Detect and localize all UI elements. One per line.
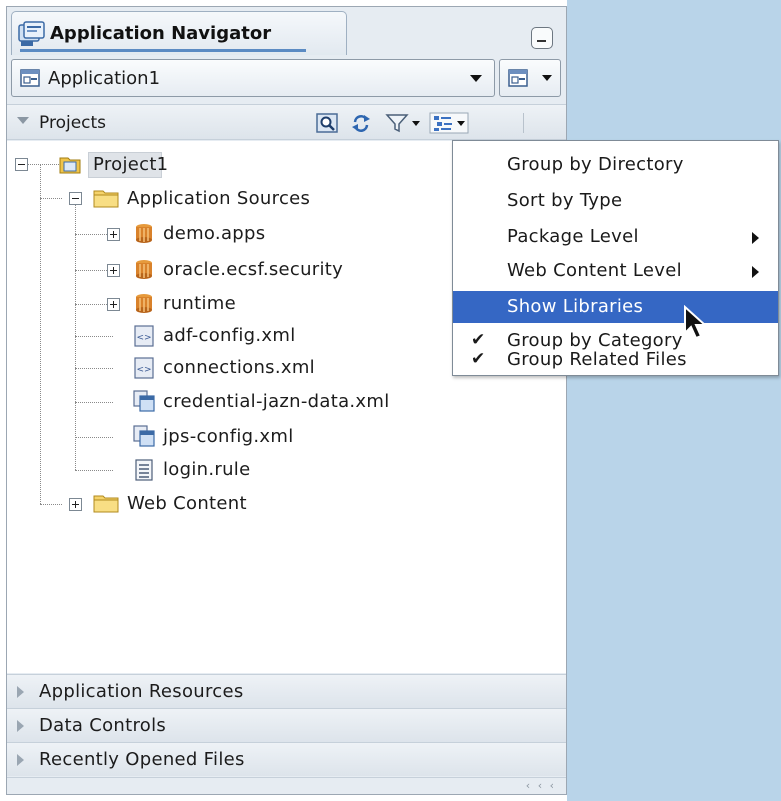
tree-node-package[interactable]: oracle.ecsf.security [7, 255, 407, 285]
tree-node-label: credential-jazn-data.xml [163, 391, 390, 412]
tree-node-web-content[interactable]: Web Content [7, 489, 307, 519]
status-bar: ‹ ‹ ‹ [7, 777, 566, 794]
desktop-background [567, 0, 781, 801]
tree-node-file[interactable]: credential-jazn-data.xml [7, 387, 457, 417]
tree-node-package[interactable]: demo.apps [7, 219, 407, 249]
package-icon [136, 260, 152, 279]
expand-toggle[interactable] [107, 298, 120, 311]
tree-node-file[interactable]: <> connections.xml [7, 353, 407, 383]
section-recently-opened-files[interactable]: Recently Opened Files [7, 742, 566, 776]
tree-node-label: demo.apps [163, 223, 266, 244]
section-label: Data Controls [39, 715, 167, 736]
tab-application-navigator[interactable]: Application Navigator [11, 11, 347, 55]
tree-options-icon[interactable] [429, 112, 469, 134]
collapse-toggle[interactable] [15, 158, 28, 171]
tree-node-label: adf-config.xml [163, 325, 296, 346]
navigator-icon [18, 21, 45, 46]
section-data-controls[interactable]: Data Controls [7, 708, 566, 742]
application-menu-button[interactable] [499, 59, 561, 97]
application-icon [20, 69, 40, 87]
tab-active-indicator [20, 49, 306, 52]
menu-item-sort-by-type[interactable]: Sort by Type [453, 185, 778, 217]
projects-label: Projects [39, 113, 107, 133]
tab-title: Application Navigator [50, 23, 272, 44]
application-navigator-panel: Application Navigator Application1 Proje… [6, 6, 567, 795]
menu-item-label: Group Related Files [507, 349, 687, 370]
tree-node-label: oracle.ecsf.security [163, 259, 344, 280]
tree-node-label: runtime [163, 293, 236, 314]
package-icon [136, 294, 152, 313]
minimize-button[interactable] [531, 27, 553, 49]
menu-item-group-by-directory[interactable]: Group by Directory [453, 149, 778, 181]
submenu-arrow-icon [752, 232, 759, 244]
package-icon [136, 224, 152, 243]
search-icon[interactable] [315, 112, 339, 134]
expand-toggle[interactable] [107, 264, 120, 277]
tree-node-label: login.rule [163, 459, 251, 480]
tree-node-label: connections.xml [163, 357, 315, 378]
menu-item-label: Show Libraries [507, 296, 644, 317]
tree-options-menu: Group by Directory Sort by Type Package … [452, 140, 779, 376]
folder-icon [93, 190, 119, 208]
projects-header[interactable]: Projects [7, 104, 566, 140]
menu-item-package-level[interactable]: Package Level [453, 221, 778, 253]
expand-icon [17, 754, 24, 766]
tree-node-label: Application Sources [127, 188, 311, 209]
expand-icon [17, 720, 24, 732]
tree-node-label: Project1 [93, 154, 169, 175]
tree-node-file[interactable]: jps-config.xml [7, 422, 407, 452]
menu-item-show-libraries[interactable]: Show Libraries [453, 291, 778, 323]
filter-icon[interactable] [385, 112, 421, 134]
menu-item-web-content-level[interactable]: Web Content Level [453, 255, 778, 287]
tree-node-label: jps-config.xml [163, 426, 294, 447]
menu-item-label: Sort by Type [507, 190, 623, 211]
application-selector-row: Application1 [11, 59, 562, 99]
expand-icon [17, 686, 24, 698]
chevron-down-icon [470, 75, 482, 82]
resize-grip[interactable]: ‹ ‹ ‹ [526, 779, 556, 792]
config-file-icon [133, 425, 155, 447]
menu-item-label: Package Level [507, 226, 639, 247]
menu-item-label: Group by Directory [507, 154, 684, 175]
application-menu-icon [508, 69, 528, 87]
tree-node-project1[interactable]: Project1 [7, 150, 307, 180]
application-selector[interactable]: Application1 [11, 59, 495, 97]
tree-node-file[interactable]: login.rule [7, 455, 407, 485]
svg-text:<>: <> [136, 365, 151, 375]
tree-node-application-sources[interactable]: Application Sources [7, 184, 407, 214]
xml-file-icon: <> [134, 357, 154, 379]
text-file-icon [135, 459, 153, 481]
application-name: Application1 [48, 68, 161, 89]
mouse-pointer-icon [684, 305, 708, 340]
xml-file-icon: <> [134, 325, 154, 347]
svg-text:<>: <> [136, 333, 151, 343]
checkmark-icon: ✔ [471, 349, 486, 369]
menu-item-label: Web Content Level [507, 260, 682, 281]
expand-toggle[interactable] [69, 498, 82, 511]
chevron-down-icon [542, 75, 552, 81]
menu-item-group-related-files[interactable]: ✔ Group Related Files [453, 347, 778, 375]
tree-node-package[interactable]: runtime [7, 289, 407, 319]
tab-bar: Application Navigator [7, 7, 566, 55]
section-application-resources[interactable]: Application Resources [7, 674, 566, 708]
submenu-arrow-icon [752, 266, 759, 278]
project-icon [59, 157, 81, 174]
config-file-icon [133, 390, 155, 412]
section-label: Application Resources [39, 681, 244, 702]
section-label: Recently Opened Files [39, 749, 245, 770]
collapse-icon[interactable] [17, 117, 29, 124]
tree-node-label: Web Content [127, 493, 247, 514]
folder-icon [93, 495, 119, 513]
refresh-icon[interactable] [349, 112, 373, 134]
tree-node-file[interactable]: <> adf-config.xml [7, 321, 407, 351]
toolbar-separator [523, 113, 524, 133]
collapse-toggle[interactable] [69, 192, 82, 205]
expand-toggle[interactable] [107, 228, 120, 241]
